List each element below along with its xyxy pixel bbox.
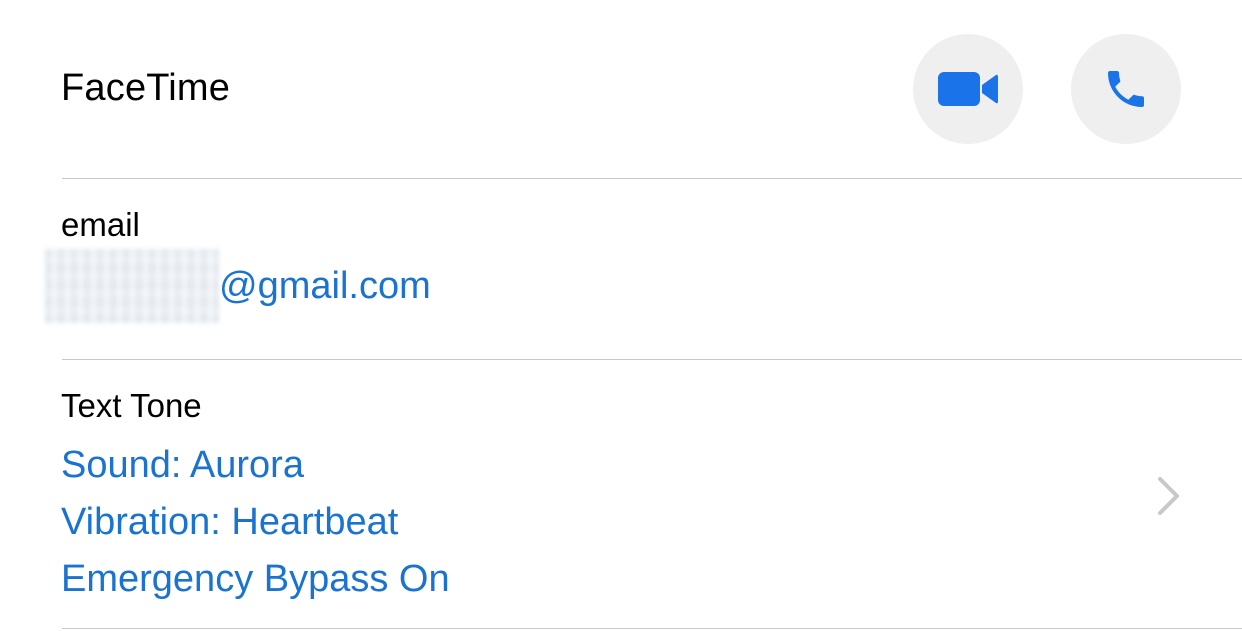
facetime-row: FaceTime <box>0 0 1242 178</box>
email-label: email <box>61 206 140 243</box>
phone-icon <box>1108 71 1144 107</box>
redacted-email-username <box>45 249 219 323</box>
email-address-text[interactable]: @gmail.com <box>219 264 431 308</box>
text-tone-vibration: Vibration: Heartbeat <box>61 501 399 543</box>
facetime-label: FaceTime <box>61 67 231 109</box>
chevron-right-icon <box>1158 477 1179 515</box>
facetime-audio-button[interactable] <box>1071 34 1181 144</box>
video-camera-icon <box>938 72 998 106</box>
facetime-video-button[interactable] <box>913 34 1023 144</box>
text-tone-emergency-bypass: Emergency Bypass On <box>61 558 450 600</box>
text-tone-sound: Sound: Aurora <box>61 444 304 486</box>
email-value[interactable]: @gmail.com <box>45 246 431 326</box>
text-tone-label: Text Tone <box>61 387 202 424</box>
divider <box>62 628 1242 629</box>
